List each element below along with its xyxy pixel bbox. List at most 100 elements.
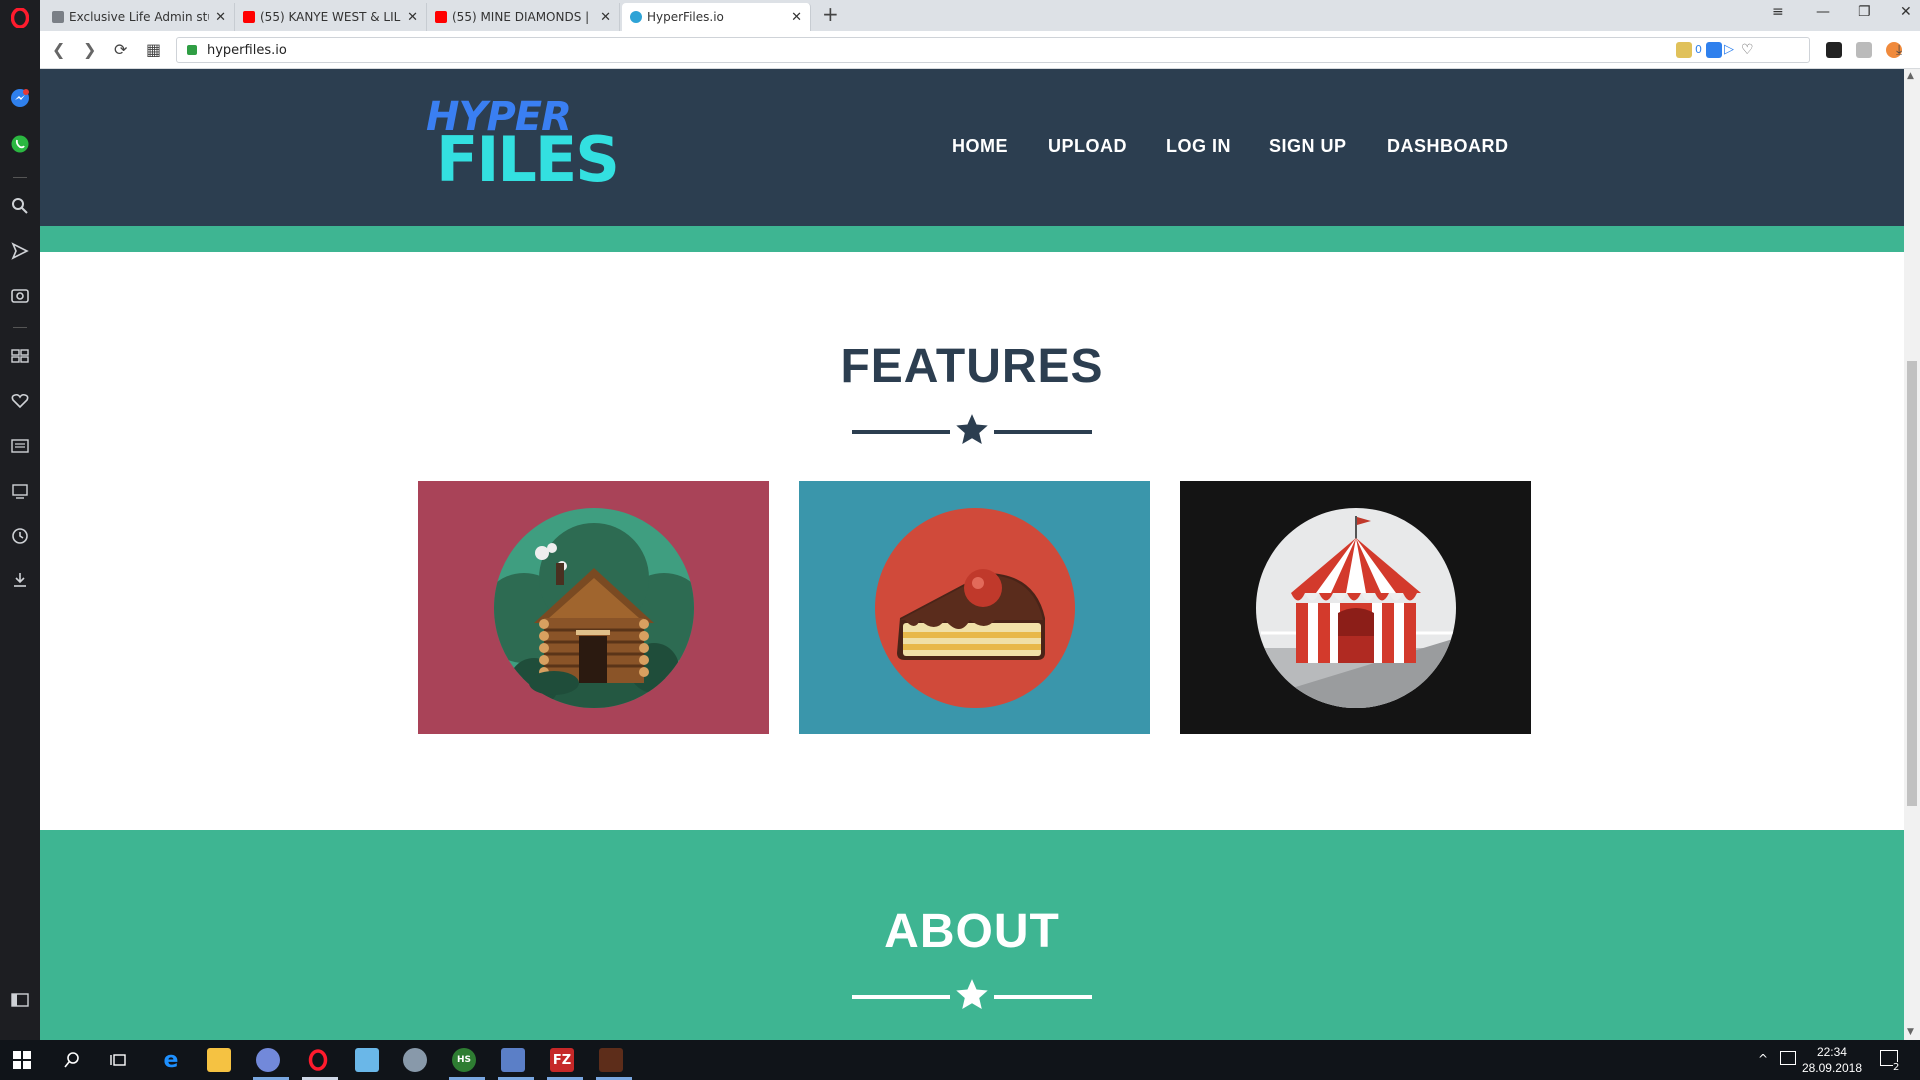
nav-log-in[interactable]: LOG IN <box>1166 136 1231 157</box>
close-icon[interactable]: ✕ <box>600 10 611 25</box>
url-field[interactable]: hyperfiles.io <box>176 37 1810 63</box>
whatsapp-icon[interactable] <box>8 132 32 156</box>
sidebar-separator <box>13 177 27 178</box>
speed-dial-button[interactable]: ▦ <box>146 40 161 59</box>
tray-clock[interactable]: 22:34 28.09.2018 <box>1802 1044 1862 1076</box>
features-divider <box>852 412 1092 452</box>
windows-start-icon[interactable] <box>10 1048 34 1072</box>
opera-taskbar-icon[interactable] <box>306 1048 330 1072</box>
feature-card-circus[interactable] <box>1180 481 1531 734</box>
send-tab-icon[interactable]: ▷ <box>1724 42 1740 58</box>
clock-time: 22:34 <box>1816 1045 1847 1059</box>
about-divider <box>852 977 1092 1017</box>
features-heading: FEATURES <box>840 340 1104 393</box>
opera-logo-icon[interactable] <box>8 6 32 30</box>
notification-count: 2 <box>1893 1062 1900 1073</box>
extension-grid-icon[interactable] <box>1856 42 1872 58</box>
youtube-icon <box>435 11 447 23</box>
divider-line <box>994 995 1092 999</box>
logo-files[interactable]: FILES <box>436 127 620 193</box>
nav-dashboard[interactable]: DASHBOARD <box>1387 136 1509 157</box>
site-header: HYPER FILES HOME UPLOAD LOG IN SIGN UP D… <box>40 69 1904 226</box>
close-icon[interactable]: ✕ <box>407 10 418 25</box>
globe-icon <box>630 11 642 23</box>
restore-button[interactable]: ❐ <box>1858 4 1871 20</box>
nav-sign-up[interactable]: SIGN UP <box>1269 136 1347 157</box>
tab-mine-diamonds[interactable]: (55) MINE DIAMONDS | mi ✕ <box>427 3 620 31</box>
paint-icon[interactable] <box>403 1048 427 1072</box>
news-icon[interactable] <box>8 434 32 458</box>
extension-x-icon[interactable] <box>1706 42 1722 58</box>
github-icon[interactable] <box>1826 42 1842 58</box>
sidebar-separator <box>13 327 27 328</box>
page-viewport: HYPER FILES HOME UPLOAD LOG IN SIGN UP D… <box>40 69 1904 1040</box>
opera-sidebar <box>0 0 40 1040</box>
scroll-up-arrow-icon[interactable]: ▲ <box>1907 71 1914 81</box>
tab-kanye-west[interactable]: (55) KANYE WEST & LIL PUMP ✕ <box>235 3 427 31</box>
windows-taskbar: e HS FZ ^ 22:34 28.09.2018 2 <box>0 1040 1920 1080</box>
search-icon[interactable] <box>8 194 32 218</box>
history-icon[interactable] <box>8 524 32 548</box>
tabs-sync-icon[interactable] <box>8 479 32 503</box>
edge-browser-icon[interactable]: e <box>159 1048 183 1073</box>
scroll-thumb[interactable] <box>1907 361 1917 806</box>
search-icon[interactable] <box>60 1048 84 1072</box>
tray-chevron-icon[interactable]: ^ <box>1758 1052 1768 1066</box>
close-icon[interactable]: ✕ <box>215 10 226 25</box>
about-heading: ABOUT <box>884 905 1060 958</box>
tab-title: (55) MINE DIAMONDS | mi <box>452 10 595 24</box>
url-text: hyperfiles.io <box>207 42 287 58</box>
log-cabin-icon <box>493 507 694 708</box>
feature-card-cake[interactable] <box>799 481 1150 734</box>
star-icon <box>956 414 988 445</box>
tab-menu-icon[interactable]: ≡ <box>1772 4 1784 20</box>
tab-bar: Exclusive Life Admin stuff ✕ (55) KANYE … <box>40 0 1920 31</box>
forward-button[interactable]: ❯ <box>83 40 96 59</box>
camera-icon[interactable] <box>8 283 32 307</box>
window-close-button[interactable]: ✕ <box>1900 4 1912 20</box>
star-icon <box>956 979 988 1010</box>
youtube-icon <box>243 11 255 23</box>
minimize-button[interactable]: — <box>1816 4 1830 20</box>
circus-tent-icon <box>1255 507 1456 708</box>
tab-title: (55) KANYE WEST & LIL PUMP <box>260 10 401 24</box>
document-icon <box>52 11 64 23</box>
nav-home[interactable]: HOME <box>952 136 1008 157</box>
new-tab-button[interactable]: + <box>822 2 839 26</box>
divider-line <box>852 995 950 999</box>
network-app-icon[interactable] <box>501 1048 525 1072</box>
reload-button[interactable]: ⟳ <box>114 40 127 59</box>
tab-title: Exclusive Life Admin stuff <box>69 10 210 24</box>
speed-dial-icon[interactable] <box>8 344 32 368</box>
scroll-down-arrow-icon[interactable]: ▼ <box>1907 1027 1914 1037</box>
lock-icon <box>187 45 197 55</box>
back-button[interactable]: ❮ <box>52 40 65 59</box>
bookmark-heart-icon[interactable]: ♡ <box>1741 42 1757 58</box>
extension-cube-icon[interactable] <box>1676 42 1692 58</box>
page-scrollbar[interactable]: ▲ ▼ <box>1904 69 1920 1040</box>
file-explorer-icon[interactable] <box>207 1048 231 1072</box>
close-icon[interactable]: ✕ <box>791 10 802 25</box>
downloads-button-icon[interactable]: ⤓ <box>1896 42 1912 58</box>
divider-line <box>852 430 950 434</box>
task-view-icon[interactable] <box>107 1048 131 1072</box>
divider-line <box>994 430 1092 434</box>
address-bar-row: ❮ ❯ ⟳ ▦ hyperfiles.io 0 ▷ ♡ ⤓ <box>40 31 1920 69</box>
clock-date: 28.09.2018 <box>1801 1061 1862 1075</box>
cake-slice-icon <box>874 507 1075 708</box>
send-icon[interactable] <box>8 239 32 263</box>
filezilla-icon[interactable]: FZ <box>550 1048 574 1072</box>
notepad-icon[interactable] <box>355 1048 379 1072</box>
sidebar-toggle-icon[interactable] <box>8 988 32 1012</box>
app-icon[interactable] <box>599 1048 623 1072</box>
network-tray-icon[interactable] <box>1780 1051 1796 1065</box>
messenger-icon[interactable] <box>8 86 32 110</box>
downloads-icon[interactable] <box>8 568 32 592</box>
nav-upload[interactable]: UPLOAD <box>1048 136 1127 157</box>
heart-icon[interactable] <box>8 389 32 413</box>
tab-hyperfiles[interactable]: HyperFiles.io ✕ <box>622 3 811 31</box>
hotspot-shield-icon[interactable]: HS <box>452 1048 476 1072</box>
discord-icon[interactable] <box>256 1048 280 1072</box>
tab-exclusive-life-admin[interactable]: Exclusive Life Admin stuff ✕ <box>44 3 235 31</box>
feature-card-cabin[interactable] <box>418 481 769 734</box>
